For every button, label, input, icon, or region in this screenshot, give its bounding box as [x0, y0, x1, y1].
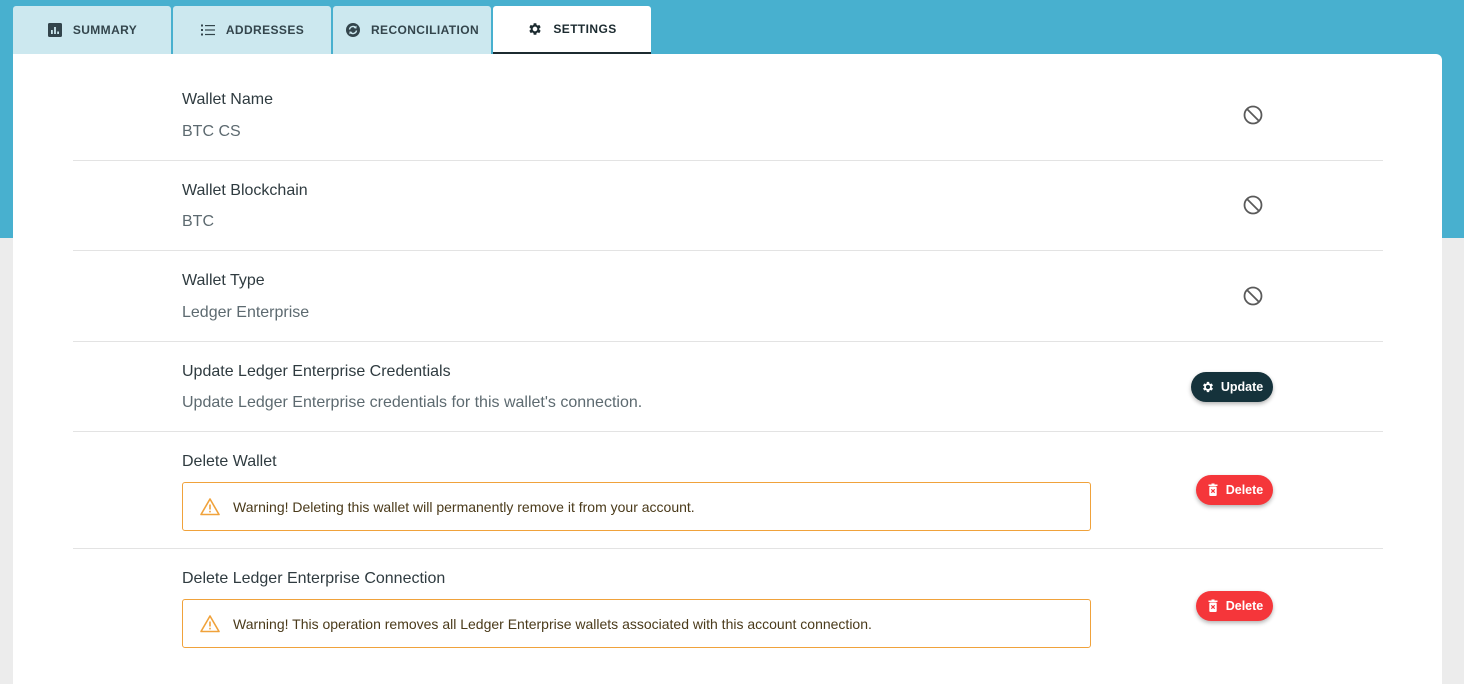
wallet-type-title: Wallet Type: [182, 272, 265, 289]
update-credentials-row: Update Ledger Enterprise Credentials Upd…: [73, 342, 1383, 432]
reconcile-icon: [345, 22, 361, 38]
tab-addresses[interactable]: ADDRESSES: [173, 6, 331, 54]
wallet-blockchain-title: Wallet Blockchain: [182, 182, 308, 199]
update-credentials-description: Update Ledger Enterprise credentials for…: [182, 394, 643, 411]
tab-settings-label: SETTINGS: [553, 22, 617, 36]
wallet-name-title: Wallet Name: [182, 91, 273, 108]
tab-settings[interactable]: SETTINGS: [493, 6, 651, 54]
tab-reconciliation[interactable]: RECONCILIATION: [333, 6, 491, 54]
warning-icon: [200, 497, 220, 517]
update-credentials-title: Update Ledger Enterprise Credentials: [182, 363, 451, 380]
delete-wallet-row: Delete Wallet Warning! Deleting this wal…: [73, 432, 1383, 549]
gear-icon: [527, 21, 543, 37]
tab-bar: SUMMARY ADDRESSES RECONCILIATION SETTING…: [13, 6, 651, 54]
wallet-blockchain-value: BTC: [182, 213, 214, 230]
wallet-type-value: Ledger Enterprise: [182, 304, 310, 321]
list-icon: [200, 22, 216, 38]
wallet-type-row: Wallet Type Ledger Enterprise: [73, 251, 1383, 342]
tab-reconciliation-label: RECONCILIATION: [370, 23, 480, 37]
delete-wallet-button[interactable]: Delete: [1196, 475, 1273, 505]
delete-connection-button-label: Delete: [1225, 599, 1264, 613]
block-icon: [1242, 285, 1264, 307]
wallet-name-row: Wallet Name BTC CS: [73, 54, 1383, 161]
bar-chart-icon: [47, 22, 63, 38]
delete-wallet-button-label: Delete: [1225, 483, 1264, 497]
trash-icon: [1206, 483, 1220, 497]
gear-icon: [1201, 380, 1215, 394]
block-icon: [1242, 104, 1264, 126]
tab-addresses-label: ADDRESSES: [225, 23, 305, 37]
update-button-label: Update: [1220, 380, 1264, 394]
delete-connection-button[interactable]: Delete: [1196, 591, 1273, 621]
delete-connection-warning: Warning! This operation removes all Ledg…: [182, 599, 1091, 648]
delete-wallet-warning-text: Warning! Deleting this wallet will perma…: [233, 498, 695, 515]
delete-wallet-title: Delete Wallet: [182, 453, 277, 470]
delete-wallet-warning: Warning! Deleting this wallet will perma…: [182, 482, 1091, 531]
wallet-name-value: BTC CS: [182, 123, 241, 140]
delete-connection-title: Delete Ledger Enterprise Connection: [182, 570, 446, 587]
warning-icon: [200, 614, 220, 634]
update-button[interactable]: Update: [1191, 372, 1273, 402]
settings-card: Wallet Name BTC CS Wallet Blockchain BTC…: [13, 54, 1442, 684]
delete-connection-warning-text: Warning! This operation removes all Ledg…: [233, 615, 872, 632]
wallet-blockchain-row: Wallet Blockchain BTC: [73, 161, 1383, 251]
tab-summary[interactable]: SUMMARY: [13, 6, 171, 54]
trash-icon: [1206, 599, 1220, 613]
block-icon: [1242, 194, 1264, 216]
delete-connection-row: Delete Ledger Enterprise Connection Warn…: [73, 549, 1383, 669]
tab-summary-label: SUMMARY: [72, 23, 138, 37]
